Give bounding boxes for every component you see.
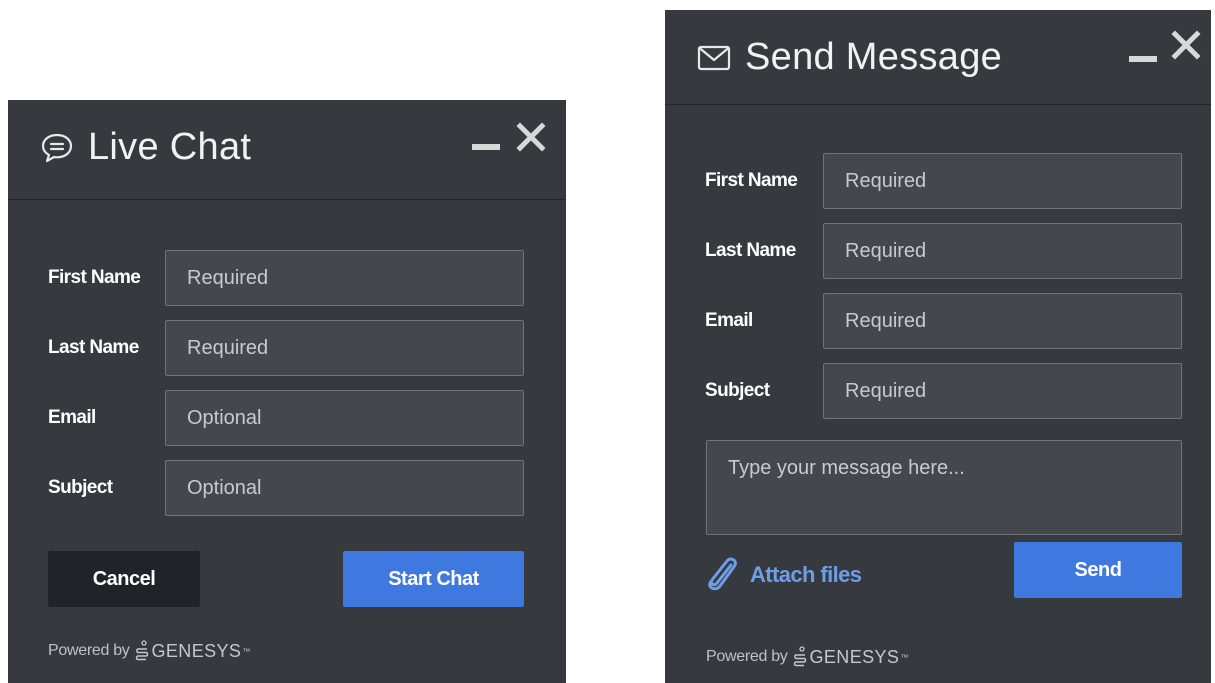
cancel-button[interactable]: Cancel (48, 551, 200, 607)
message-title-text: Send Message (745, 36, 1003, 78)
first-name-row: First Name (665, 153, 1211, 209)
envelope-icon (697, 45, 731, 70)
genesys-logo-icon (135, 640, 148, 661)
first-name-row: First Name (8, 250, 566, 306)
subject-row: Subject (8, 460, 566, 516)
chat-bubble-icon (41, 133, 73, 162)
attach-files-label: Attach files (750, 562, 862, 587)
last-name-input[interactable] (165, 320, 524, 376)
send-button[interactable]: Send (1014, 542, 1182, 598)
last-name-row: Last Name (665, 223, 1211, 279)
close-icon[interactable] (516, 122, 546, 152)
email-input[interactable] (823, 293, 1182, 349)
powered-by: Powered by GENESYS ™ (48, 640, 250, 662)
subject-input[interactable] (165, 460, 524, 516)
genesys-brand: GENESYS (809, 646, 900, 667)
first-name-input[interactable] (165, 250, 524, 306)
close-icon[interactable] (1171, 30, 1201, 60)
message-title: Send Message (697, 36, 1002, 79)
last-name-input[interactable] (823, 223, 1182, 279)
attach-files-link[interactable]: Attach files (706, 556, 862, 594)
minimize-icon[interactable] (472, 144, 500, 150)
last-name-label: Last Name (705, 240, 796, 261)
first-name-input[interactable] (823, 153, 1182, 209)
email-input[interactable] (165, 390, 524, 446)
powered-by-text: Powered by (706, 648, 788, 665)
trademark-mark: ™ (900, 652, 909, 662)
message-textarea[interactable] (706, 440, 1182, 535)
start-chat-button[interactable]: Start Chat (343, 551, 524, 607)
subject-input[interactable] (823, 363, 1182, 419)
chat-header: Live Chat (8, 100, 566, 200)
message-header: Send Message (665, 10, 1211, 105)
email-label: Email (705, 310, 753, 331)
last-name-label: Last Name (48, 337, 139, 358)
paperclip-icon (708, 557, 737, 591)
chat-title-text: Live Chat (88, 126, 252, 168)
subject-row: Subject (665, 363, 1211, 419)
powered-by: Powered by GENESYS ™ (706, 646, 908, 668)
trademark-mark: ™ (242, 646, 251, 656)
last-name-row: Last Name (8, 320, 566, 376)
genesys-brand: GENESYS (151, 640, 242, 661)
subject-label: Subject (48, 477, 113, 498)
email-label: Email (48, 407, 96, 428)
genesys-logo-icon (793, 646, 806, 667)
email-row: Email (665, 293, 1211, 349)
send-message-widget: Send Message First Name Last Name Email … (665, 10, 1211, 683)
first-name-label: First Name (48, 267, 141, 288)
live-chat-widget: Live Chat First Name Last Name Email Sub… (8, 100, 566, 683)
powered-by-text: Powered by (48, 642, 130, 659)
first-name-label: First Name (705, 170, 798, 191)
subject-label: Subject (705, 380, 770, 401)
chat-title: Live Chat (40, 126, 251, 169)
email-row: Email (8, 390, 566, 446)
minimize-icon[interactable] (1129, 56, 1157, 62)
